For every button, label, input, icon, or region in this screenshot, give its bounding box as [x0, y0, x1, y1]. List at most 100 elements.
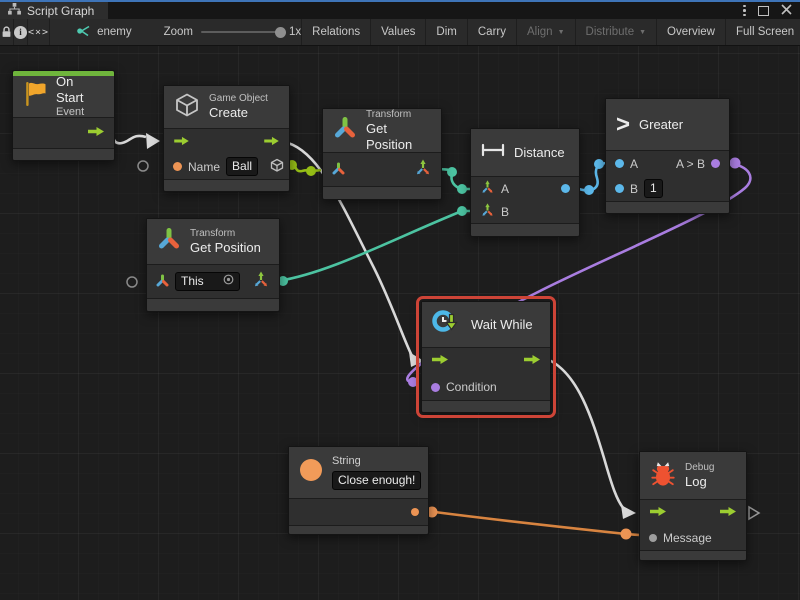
- flow-input-port[interactable]: [431, 354, 449, 368]
- graph-breadcrumb[interactable]: enemy: [76, 19, 132, 45]
- target-object-value: This: [181, 273, 204, 290]
- node-title: Wait While: [471, 317, 533, 332]
- port-label: Message: [663, 531, 712, 545]
- string-circle-icon: [299, 458, 323, 487]
- string-output-port[interactable]: [411, 508, 419, 516]
- lock-icon: [0, 25, 13, 39]
- vector3-input-port-a[interactable]: [480, 180, 495, 198]
- code-icon: <×>: [28, 27, 49, 38]
- graph-name: enemy: [97, 26, 132, 38]
- wire-arrowhead: [621, 505, 636, 519]
- wire-arrowhead: [146, 133, 160, 149]
- tab-bar: Script Graph: [0, 0, 800, 19]
- port-label: A: [501, 182, 509, 196]
- unconnected-flow-indicator[interactable]: [749, 507, 759, 519]
- string-value-field[interactable]: Close enough!: [332, 471, 421, 490]
- dim-button[interactable]: Dim: [425, 19, 466, 45]
- flow-input-port[interactable]: [173, 135, 190, 149]
- zoom-value: 1x: [289, 26, 301, 38]
- align-dropdown[interactable]: Align▼: [516, 19, 575, 45]
- node-title: String: [332, 455, 421, 468]
- node-distance[interactable]: Distance A B: [470, 128, 580, 237]
- node-gameobject-create[interactable]: Game Object Create Name Ball: [163, 85, 290, 192]
- overview-button[interactable]: Overview: [656, 19, 725, 45]
- relations-button[interactable]: Relations: [301, 19, 370, 45]
- object-picker-icon[interactable]: [223, 273, 234, 290]
- zoom-slider[interactable]: [201, 31, 281, 33]
- node-subtitle: Event: [56, 106, 104, 119]
- result-output-port[interactable]: [561, 184, 570, 193]
- port-label: B: [630, 182, 638, 196]
- name-value-field[interactable]: Ball: [226, 157, 258, 176]
- vector3-output-port[interactable]: [414, 159, 432, 180]
- input-port-a[interactable]: [615, 159, 624, 168]
- port-label: A: [630, 157, 638, 171]
- node-category: Game Object: [209, 93, 268, 105]
- greater-icon: >: [616, 113, 630, 137]
- flow-output-port[interactable]: [263, 135, 280, 149]
- node-title: Create: [209, 105, 268, 121]
- graph-icon: [76, 24, 91, 41]
- transform-icon: [157, 227, 181, 256]
- name-input-port[interactable]: [173, 162, 182, 171]
- chevron-down-icon: ▼: [639, 29, 646, 36]
- transform-input-port[interactable]: [156, 274, 169, 290]
- gameobject-type-icon: [270, 158, 284, 175]
- transform-icon: [333, 116, 357, 145]
- lock-button[interactable]: [0, 19, 14, 45]
- transform-input-port[interactable]: [332, 162, 345, 178]
- chevron-down-icon: ▼: [558, 29, 565, 36]
- node-category: Transform: [366, 109, 431, 121]
- focus-highlight-line: [0, 0, 800, 2]
- input-port-b[interactable]: [615, 184, 624, 193]
- node-category: Debug: [685, 462, 714, 474]
- port-label: B: [501, 205, 509, 219]
- tab-title: Script Graph: [27, 4, 94, 18]
- zoom-slider-handle[interactable]: [275, 27, 286, 38]
- target-object-field[interactable]: This: [175, 272, 240, 291]
- flow-output-port[interactable]: [87, 126, 105, 140]
- flag-icon: [23, 80, 47, 113]
- fullscreen-button[interactable]: Full Screen: [725, 19, 800, 45]
- node-greater[interactable]: > Greater A A > B B 1: [605, 98, 730, 214]
- window-menu-icon[interactable]: [743, 5, 746, 17]
- unconnected-port-indicator[interactable]: [138, 161, 148, 171]
- b-value-field[interactable]: 1: [644, 179, 663, 198]
- unconnected-port-indicator[interactable]: [127, 277, 137, 287]
- flow-output-port[interactable]: [523, 354, 541, 368]
- zoom-control: Zoom 1x: [164, 19, 302, 45]
- node-get-position-top[interactable]: Transform Get Position: [322, 108, 442, 200]
- node-on-start-event[interactable]: On Start Event: [12, 70, 115, 161]
- wire-flow-waitwhile-log[interactable]: [549, 360, 624, 509]
- node-title: On Start: [56, 74, 104, 105]
- close-icon[interactable]: [781, 2, 792, 20]
- node-category: Transform: [190, 228, 261, 240]
- vector3-input-port-b[interactable]: [480, 203, 495, 221]
- node-wait-while[interactable]: Wait While Condition: [421, 301, 551, 413]
- vector3-output-port[interactable]: [252, 271, 270, 292]
- flow-input-port[interactable]: [649, 506, 667, 520]
- node-string-literal[interactable]: String Close enough!: [288, 446, 429, 535]
- node-title: Distance: [514, 145, 565, 160]
- condition-input-port[interactable]: [431, 383, 440, 392]
- flow-output-port[interactable]: [719, 506, 737, 520]
- node-get-position-bottom[interactable]: Transform Get Position This: [146, 218, 280, 312]
- port-label: Name: [188, 160, 220, 174]
- port-label: Condition: [446, 380, 497, 394]
- node-debug-log[interactable]: Debug Log Message: [639, 451, 747, 561]
- code-view-button[interactable]: <×>: [28, 19, 50, 45]
- node-title: Get Position: [366, 121, 431, 152]
- script-graph-icon: [8, 3, 21, 18]
- result-output-port[interactable]: [711, 159, 720, 168]
- message-input-port[interactable]: [649, 534, 657, 542]
- tab-script-graph[interactable]: Script Graph: [0, 2, 108, 19]
- inspect-button[interactable]: i: [14, 19, 28, 45]
- maximize-icon[interactable]: [758, 6, 769, 16]
- carry-button[interactable]: Carry: [467, 19, 516, 45]
- wire-string-log-message[interactable]: [427, 511, 639, 535]
- distribute-dropdown[interactable]: Distribute▼: [575, 19, 657, 45]
- zoom-label: Zoom: [164, 26, 193, 38]
- result-label: A > B: [676, 157, 705, 171]
- node-title: Log: [685, 474, 714, 490]
- values-button[interactable]: Values: [370, 19, 425, 45]
